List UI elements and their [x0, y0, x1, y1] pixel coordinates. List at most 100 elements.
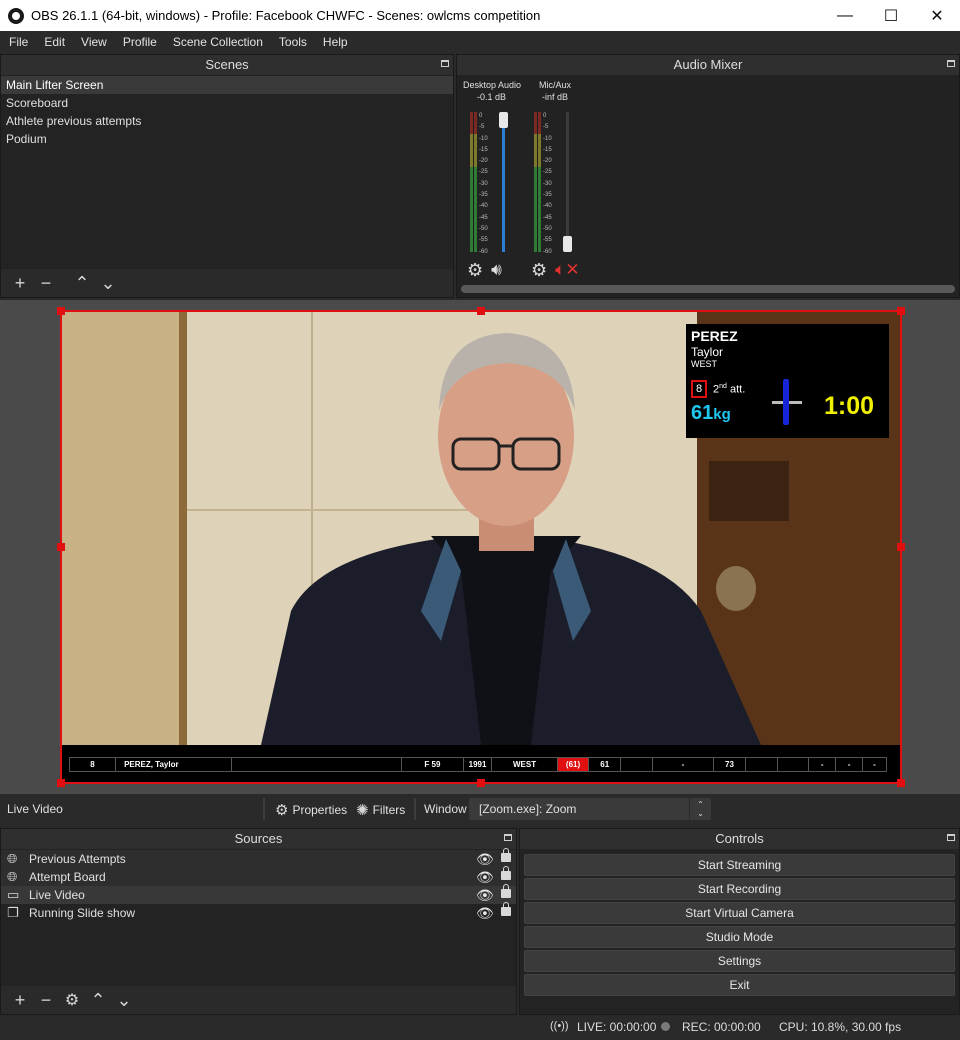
source-item[interactable]: ▭ Live Video 👁︎ — [1, 884, 516, 904]
sources-title: Sources — [234, 831, 283, 846]
scene-item[interactable]: Athlete previous attempts — [1, 112, 453, 130]
source-list: 🌐︎ Previous Attempts 👁︎ 🌐︎ Attempt Board… — [1, 848, 516, 922]
undock-icon[interactable] — [947, 60, 955, 67]
move-down-icon[interactable]: ⌄ — [95, 272, 121, 294]
sb-rank: - — [873, 760, 876, 769]
undock-icon[interactable] — [947, 834, 955, 841]
fader-handle[interactable] — [499, 112, 508, 128]
eye-icon[interactable]: 👁︎ — [476, 904, 494, 922]
slideshow-icon: ❐ — [7, 905, 19, 920]
muted-speaker-icon[interactable]: 🔈︎✕ — [555, 261, 579, 279]
undock-icon[interactable] — [504, 834, 512, 841]
eye-icon[interactable]: 👁︎ — [476, 886, 494, 904]
minimize-button[interactable]: — — [822, 0, 868, 31]
start-virtual-camera-button[interactable]: Start Virtual Camera — [524, 902, 955, 924]
horizontal-scrollbar[interactable] — [461, 285, 955, 293]
menu-help[interactable]: Help — [314, 35, 355, 49]
sb-team: WEST — [492, 758, 558, 771]
start-streaming-button[interactable]: Start Streaming — [524, 854, 955, 876]
resize-handle[interactable] — [57, 307, 65, 315]
close-button[interactable]: ✕ — [914, 0, 960, 31]
menu-file[interactable]: File — [0, 35, 35, 49]
undock-icon[interactable] — [441, 60, 449, 67]
lock-icon[interactable] — [501, 866, 511, 880]
controls-dock: Controls Start Streaming Start Recording… — [519, 828, 960, 1015]
remove-source-icon[interactable]: − — [33, 989, 59, 1011]
resize-handle[interactable] — [897, 779, 905, 787]
rec-time: REC: 00:00:00 — [682, 1020, 761, 1034]
source-name: Live Video — [29, 888, 85, 902]
resize-handle[interactable] — [477, 307, 485, 315]
lock-icon[interactable] — [501, 848, 511, 862]
attempt-clock: 1:00 — [824, 392, 875, 420]
sb-birth: 1991 — [464, 758, 493, 771]
menu-edit[interactable]: Edit — [35, 35, 72, 49]
menu-bar: File Edit View Profile Scene Collection … — [0, 31, 960, 52]
settings-button[interactable]: Settings — [524, 950, 955, 972]
sb-cj-3 — [778, 758, 810, 771]
mixer-title: Audio Mixer — [673, 57, 743, 72]
add-source-icon[interactable]: + — [7, 989, 33, 1011]
resize-handle[interactable] — [897, 543, 905, 551]
scenes-title: Scenes — [205, 57, 249, 72]
filters-icon: ✺ — [356, 802, 369, 819]
exit-button[interactable]: Exit — [524, 974, 955, 996]
menu-scene-collection[interactable]: Scene Collection — [164, 35, 270, 49]
window-title: OBS 26.1.1 (64-bit, windows) - Profile: … — [31, 8, 541, 23]
lock-icon[interactable] — [501, 902, 511, 916]
live-time: LIVE: 00:00:00 — [577, 1020, 657, 1034]
fader-fill — [502, 112, 505, 252]
gear-icon[interactable]: ⚙ — [59, 989, 85, 1011]
scene-item[interactable]: Podium — [1, 130, 453, 148]
source-item[interactable]: 🌐︎ Attempt Board 👁︎ — [1, 866, 516, 886]
menu-profile[interactable]: Profile — [114, 35, 164, 49]
resize-handle[interactable] — [897, 307, 905, 315]
preview-area[interactable]: PEREZ Taylor WEST 8 2nd att. 61kg 1:00 8… — [0, 300, 960, 794]
source-item[interactable]: 🌐︎ Previous Attempts 👁︎ — [1, 848, 516, 868]
source-name: Attempt Board — [29, 870, 106, 884]
volume-fader[interactable] — [563, 112, 572, 252]
resize-handle[interactable] — [477, 779, 485, 787]
start-recording-button[interactable]: Start Recording — [524, 878, 955, 900]
volume-meter — [534, 112, 541, 252]
studio-mode-button[interactable]: Studio Mode — [524, 926, 955, 948]
spinner-arrows-icon: ⌃ ⌄ — [689, 798, 711, 820]
sb-snatch-2: 61 — [589, 758, 622, 771]
source-name: Running Slide show — [29, 906, 136, 920]
athlete-first-name: Taylor — [691, 345, 724, 359]
resize-handle[interactable] — [57, 543, 65, 551]
menu-tools[interactable]: Tools — [270, 35, 314, 49]
source-context-bar: Live Video ⚙ Properties ✺ Filters Window… — [0, 794, 960, 824]
remove-scene-icon[interactable]: − — [33, 272, 59, 294]
scene-item[interactable]: Scoreboard — [1, 94, 453, 112]
sources-header: Sources — [1, 829, 516, 849]
scene-item[interactable]: Main Lifter Screen — [1, 76, 453, 94]
speaker-icon[interactable]: 🔊︎ — [491, 261, 502, 279]
menu-view[interactable]: View — [72, 35, 114, 49]
add-scene-icon[interactable]: + — [7, 272, 33, 294]
preview-canvas[interactable]: PEREZ Taylor WEST 8 2nd att. 61kg 1:00 8… — [61, 311, 901, 783]
eye-icon[interactable]: 👁︎ — [476, 868, 494, 886]
volume-fader[interactable] — [499, 112, 508, 252]
channel-db: -0.1 dB — [477, 92, 507, 102]
maximize-button[interactable]: ☐ — [868, 0, 914, 31]
fader-handle[interactable] — [563, 236, 572, 252]
gear-icon[interactable]: ⚙ — [467, 261, 483, 279]
gear-icon[interactable]: ⚙ — [531, 261, 547, 279]
source-name: Previous Attempts — [29, 852, 126, 866]
sb-empty — [232, 758, 403, 771]
properties-button[interactable]: ⚙ Properties — [275, 801, 347, 819]
sb-snatch-1: (61) — [557, 758, 590, 771]
channel-name: Mic/Aux — [539, 80, 572, 90]
filters-button[interactable]: ✺ Filters — [356, 801, 405, 819]
eye-icon[interactable]: 👁︎ — [476, 850, 494, 868]
attempt-label: 2nd att. — [713, 383, 746, 396]
lock-icon[interactable] — [501, 884, 511, 898]
resize-handle[interactable] — [57, 779, 65, 787]
window-select[interactable]: [Zoom.exe]: Zoom ⌃ ⌄ — [469, 798, 711, 820]
move-up-icon[interactable]: ⌃ — [69, 272, 95, 294]
gear-icon: ⚙ — [275, 802, 289, 819]
move-up-icon[interactable]: ⌃ — [85, 989, 111, 1011]
move-down-icon[interactable]: ⌄ — [111, 989, 137, 1011]
source-item[interactable]: ❐ Running Slide show 👁︎ — [1, 902, 516, 922]
